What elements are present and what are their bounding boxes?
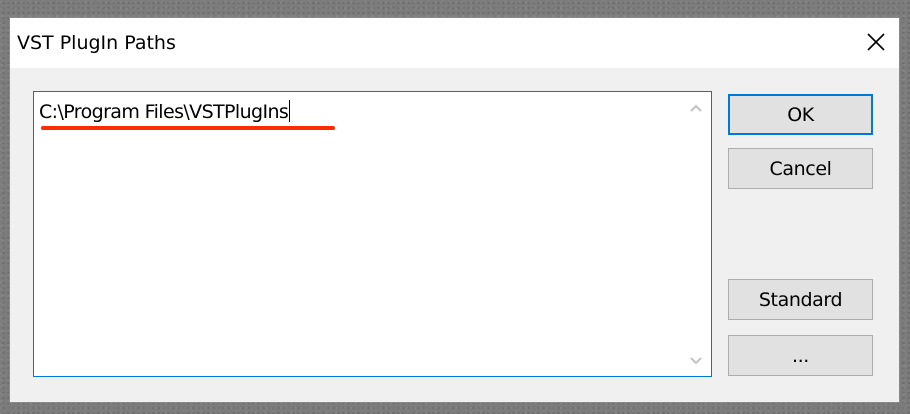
text-caret [289, 100, 291, 122]
close-icon [867, 33, 885, 51]
ok-button[interactable]: OK [728, 94, 873, 135]
vertical-scrollbar[interactable] [681, 92, 711, 376]
path-text: C:\Program Files\VSTPlugIns [39, 101, 289, 123]
dialog-title: VST PlugIn Paths [17, 32, 176, 54]
path-line: C:\Program Files\VSTPlugIns [39, 100, 291, 123]
standard-button[interactable]: Standard [728, 279, 873, 320]
close-button[interactable] [853, 18, 899, 68]
scroll-down-icon[interactable] [689, 356, 703, 366]
scroll-up-icon[interactable] [689, 103, 703, 113]
browse-button[interactable]: ... [728, 335, 873, 376]
red-underline-annotation [41, 126, 335, 130]
title-bar: VST PlugIn Paths [10, 18, 899, 68]
vst-plugin-paths-dialog: VST PlugIn Paths C:\Program Files\VSTPlu… [9, 17, 900, 403]
paths-textarea[interactable]: C:\Program Files\VSTPlugIns [33, 91, 712, 377]
cancel-button[interactable]: Cancel [728, 148, 873, 189]
